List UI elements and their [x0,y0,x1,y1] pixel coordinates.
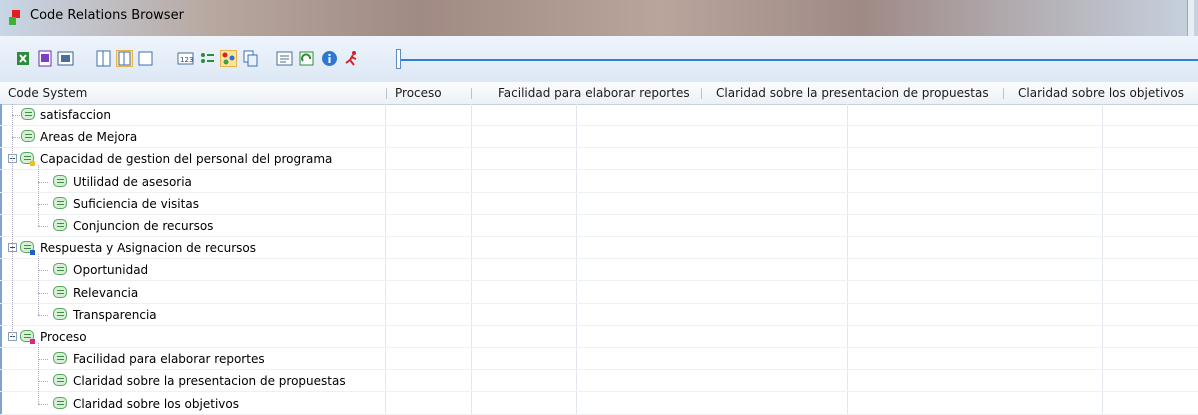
export-html-icon[interactable] [37,50,54,67]
code-label: Facilidad para elaborar reportes [73,352,265,367]
slider-track[interactable] [401,59,1198,61]
code-label: Relevancia [73,285,139,300]
tree-connector [38,403,48,405]
tree-connector [38,203,48,205]
code-label: Utilidad de asesoria [73,174,192,189]
code-label: Respuesta y Asignacion de recursos [40,241,256,256]
code-icon [20,330,35,344]
code-icon [53,307,67,321]
code-icon [20,152,35,167]
color-marker [30,161,35,167]
numbers-icon[interactable]: 123 [177,50,194,67]
code-label: Transparencia [73,307,157,322]
tree-row[interactable]: Utilidad de asesoria [0,171,1198,193]
code-icon [20,241,35,256]
svg-text:123: 123 [180,56,193,64]
copy-icon[interactable] [242,50,259,67]
code-icon [21,108,35,121]
code-icon [21,130,35,143]
code-label: satisfaccion [40,108,111,122]
code-list-icon[interactable] [199,50,216,67]
layout-columns-active-icon[interactable] [116,50,133,67]
tree-connector [38,226,48,227]
layout-single-icon[interactable] [137,50,154,67]
slider-thumb[interactable] [396,49,401,69]
code-icon [53,285,67,299]
window-title: Code Relations Browser [30,8,184,23]
code-icon [53,219,67,232]
column-header-code-system[interactable]: Code System [8,86,87,100]
code-icon [53,396,67,410]
code-icon [53,352,67,365]
tree-connector [38,314,48,316]
tree-connector [38,181,48,183]
tree-row[interactable]: Respuesta y Asignacion de recursos [0,237,1198,260]
table-header: Code System Proceso Facilidad para elabo… [0,82,1198,105]
tree-connector [12,104,13,337]
column-divider[interactable] [386,88,387,99]
column-header-proceso[interactable]: Proceso [395,86,442,100]
tree-connector [38,359,48,361]
column-header-claridad-propuestas[interactable]: Claridad sobre la presentacion de propue… [716,86,989,100]
tree-connector [12,137,20,139]
color-marker [30,339,35,344]
color-marker [30,250,35,256]
code-label: Areas de Mejora [40,130,138,145]
toolbar: 123 [0,36,1198,83]
run-icon[interactable] [343,50,360,67]
tree-connector [38,254,39,315]
tree-connector [38,381,48,383]
tree-row[interactable]: Claridad sobre los objetivos [0,393,1198,415]
code-icon [53,196,67,210]
layout-columns-icon[interactable] [95,50,112,67]
code-icon [53,374,67,387]
tree-connector [12,115,20,116]
export-excel-icon[interactable] [15,50,32,67]
tree-row[interactable]: Claridad sobre la presentacion de propue… [0,370,1198,393]
code-label: Proceso [40,330,87,344]
tree-row[interactable]: Areas de Mejora [0,126,1198,149]
code-symbol-icon[interactable] [276,50,293,67]
export-image-icon[interactable] [57,50,74,67]
code-relations-table: Code System Proceso Facilidad para elabo… [0,82,1198,415]
tree-row[interactable]: Relevancia [0,282,1198,304]
title-bar: Code Relations Browser [0,0,1198,36]
column-divider[interactable] [1003,88,1004,99]
column-header-claridad-objetivos[interactable]: Claridad sobre los objetivos [1018,86,1184,100]
window-edge [1187,0,1194,36]
tree-row[interactable]: Transparencia [0,304,1198,326]
tree-row[interactable]: Capacidad de gestion del personal del pr… [0,148,1198,171]
tree-connector [38,270,48,272]
info-icon[interactable] [321,50,338,67]
code-icon [53,263,67,276]
tree-row[interactable]: Suficiencia de visitas [0,193,1198,215]
column-header-facilidad[interactable]: Facilidad para elaborar reportes [498,86,690,100]
refresh-icon[interactable] [298,50,315,67]
tree-row[interactable]: satisfaccion [0,104,1198,126]
tree-connector [38,343,39,404]
code-label: Oportunidad [73,263,149,278]
tree-row[interactable]: Facilidad para elaborar reportes [0,348,1198,371]
tree-row[interactable]: Proceso [0,326,1198,348]
highlight-relations-icon[interactable] [220,50,237,67]
code-icon [53,174,67,188]
column-divider[interactable] [471,88,472,99]
tree-connector [38,165,39,226]
tree-row[interactable]: Oportunidad [0,259,1198,282]
code-label: Claridad sobre los objetivos [73,396,239,411]
tree-connector [38,292,48,294]
code-label: Conjuncion de recursos [73,219,214,233]
code-label: Capacidad de gestion del personal del pr… [40,152,333,167]
tree-row[interactable]: Conjuncion de recursos [0,215,1198,237]
app-icon [9,10,22,25]
code-label: Claridad sobre la presentacion de propue… [73,374,346,389]
column-divider[interactable] [701,88,702,99]
code-label: Suficiencia de visitas [73,196,199,211]
